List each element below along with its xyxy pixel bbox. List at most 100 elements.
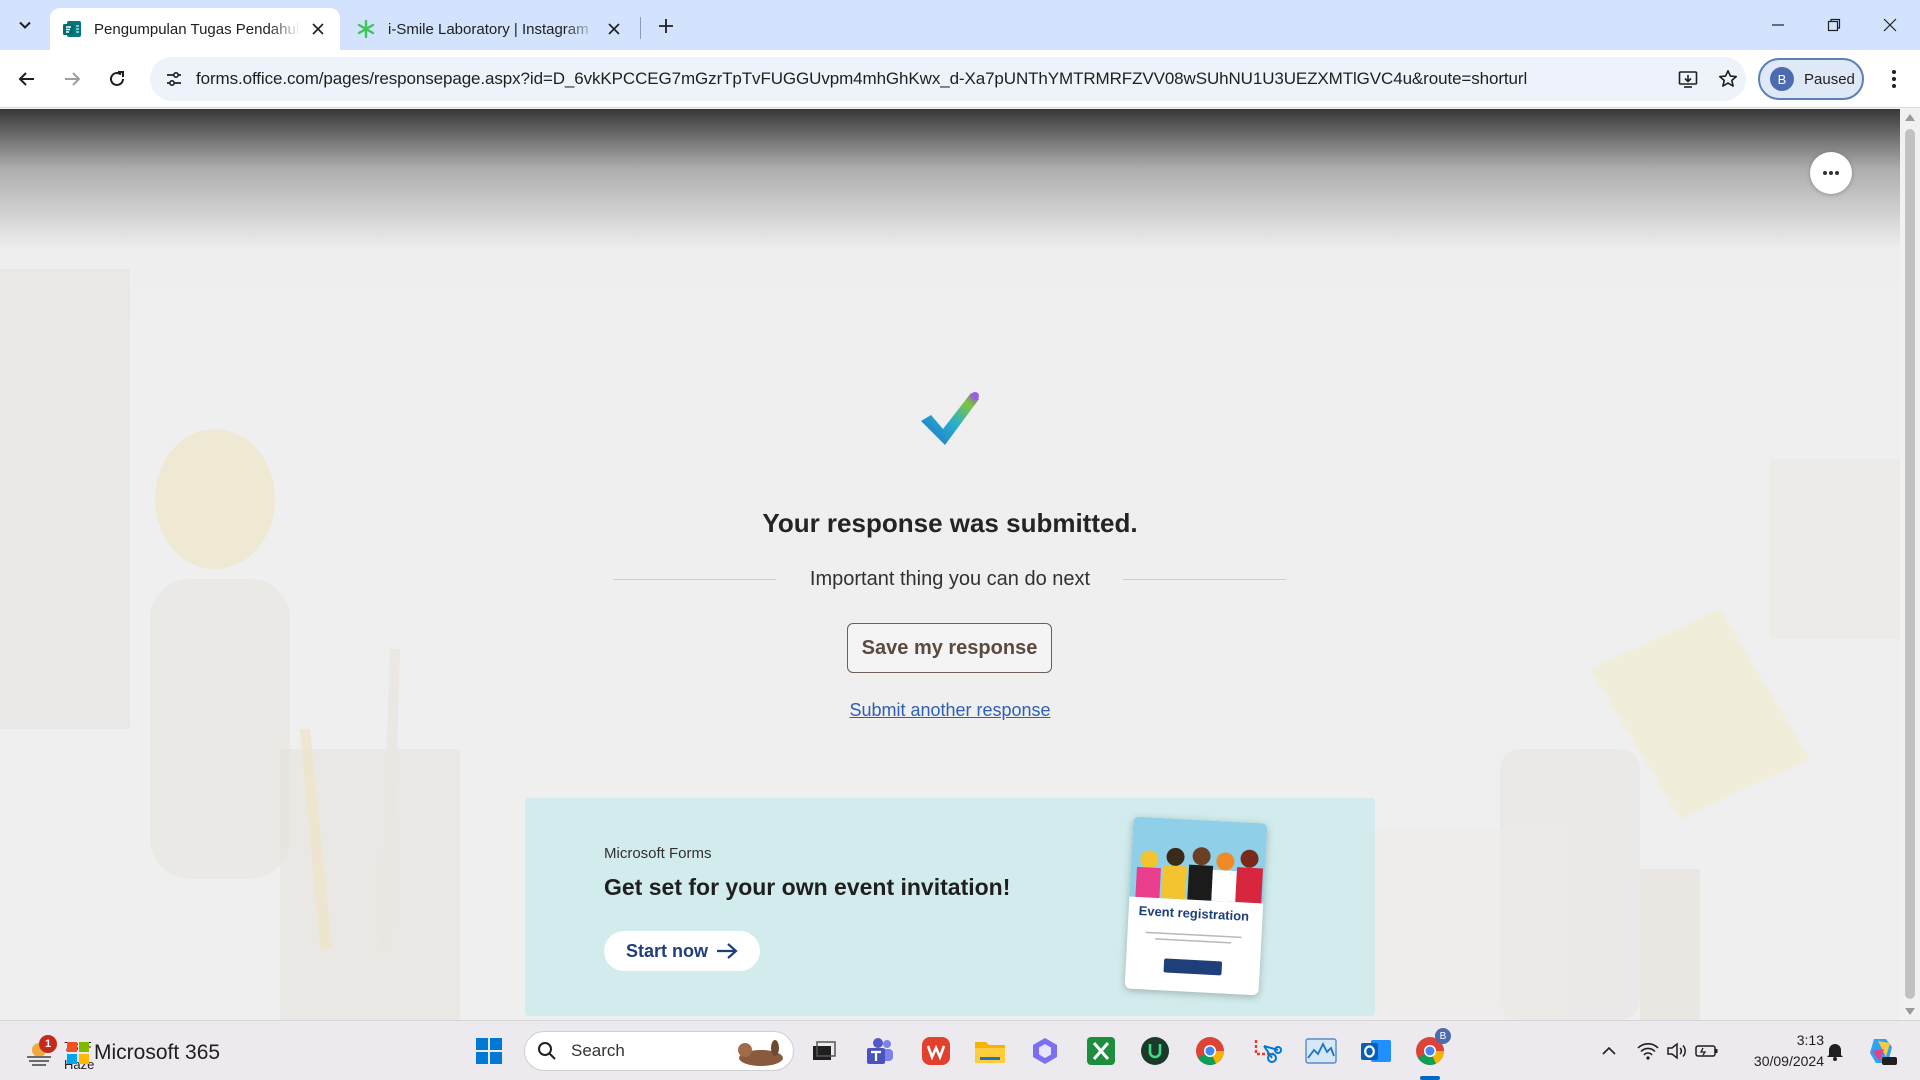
file-explorer-button[interactable] — [971, 1032, 1009, 1070]
install-app-icon[interactable] — [1674, 65, 1702, 93]
browser-toolbar: forms.office.com/pages/responsepage.aspx… — [0, 50, 1920, 108]
chrome-profile-button[interactable]: B — [1411, 1028, 1451, 1070]
search-placeholder: Search — [571, 1041, 625, 1060]
arrow-right-icon — [717, 943, 738, 959]
snipping-tool-button[interactable] — [1248, 1032, 1286, 1070]
card-text-lines — [1145, 931, 1242, 944]
browser-tab-strip: Pengumpulan Tugas Pendahuluan i-Smile La… — [0, 0, 1920, 50]
submit-another-link[interactable]: Submit another response — [800, 700, 1100, 721]
event-registration-card: Event registration — [1124, 816, 1268, 996]
reload-button[interactable] — [99, 61, 135, 97]
copilot-preview-button[interactable] — [1866, 1035, 1898, 1067]
people-illustration — [1129, 816, 1268, 904]
next-steps-label: Important thing you can do next — [809, 568, 1091, 590]
taskbar-search[interactable]: Search — [524, 1031, 794, 1071]
upwork-icon — [1141, 1037, 1169, 1065]
restore-icon — [1827, 18, 1841, 32]
copilot-icon — [1033, 1038, 1057, 1064]
close-tab-icon[interactable] — [604, 19, 624, 39]
forward-button[interactable] — [54, 61, 90, 97]
browser-menu-button[interactable] — [1876, 61, 1912, 97]
tab-title: i-Smile Laboratory | Instagram — [388, 20, 589, 38]
chrome-icon — [1196, 1037, 1225, 1065]
back-button[interactable] — [9, 61, 45, 97]
tab-search-button[interactable] — [8, 9, 42, 41]
search-icon — [538, 1042, 556, 1060]
outlook-button[interactable] — [1357, 1032, 1395, 1070]
teams-icon — [867, 1038, 893, 1064]
outlook-icon — [1361, 1040, 1391, 1062]
xbox-button[interactable] — [1082, 1032, 1120, 1070]
tab-separator — [640, 17, 641, 39]
restore-button[interactable] — [1806, 0, 1862, 50]
promo-headline: Get set for your own event invitation! — [604, 874, 1011, 900]
more-options-button[interactable] — [1810, 152, 1852, 194]
teams-button[interactable] — [861, 1032, 899, 1070]
scrollbar-thumb[interactable] — [1905, 129, 1915, 999]
chrome-profile-badge: B — [1435, 1028, 1451, 1044]
divider-left — [613, 579, 776, 580]
microsoft-forms-icon — [63, 21, 81, 37]
microsoft-365-widget[interactable]: Microsoft 365 — [66, 1041, 220, 1065]
volume-button[interactable] — [1664, 1038, 1690, 1064]
notifications-button[interactable] — [1822, 1038, 1848, 1064]
site-info-icon[interactable] — [160, 65, 188, 93]
chrome-button[interactable] — [1191, 1032, 1229, 1070]
new-tab-button[interactable] — [650, 10, 682, 42]
plus-icon — [659, 19, 673, 33]
upwork-button[interactable] — [1136, 1032, 1174, 1070]
copilot-pre-icon — [1870, 1039, 1897, 1065]
performance-graph-icon — [1305, 1038, 1337, 1064]
tab-instagram[interactable]: i-Smile Laboratory | Instagram — [344, 8, 636, 50]
more-horizontal-icon — [1823, 171, 1839, 175]
promo-banner: Microsoft Forms Get set for your own eve… — [525, 798, 1375, 1016]
scroll-up-icon[interactable] — [1905, 114, 1915, 121]
show-hidden-icons-button[interactable] — [1596, 1038, 1622, 1064]
minimize-button[interactable] — [1750, 0, 1806, 50]
active-app-indicator — [1420, 1076, 1440, 1080]
microsoft-logo-icon — [67, 1042, 89, 1064]
speaker-icon — [1667, 1042, 1686, 1060]
start-button[interactable] — [470, 1032, 508, 1070]
battery-button[interactable] — [1694, 1038, 1720, 1064]
windows-taskbar: 1 73°F Haze Microsoft 365 Search B 3:13 … — [0, 1020, 1920, 1080]
weather-widget[interactable]: 1 73°F Haze — [22, 1029, 94, 1073]
task-manager-button[interactable] — [1302, 1032, 1340, 1070]
tab-forms[interactable]: Pengumpulan Tugas Pendahuluan — [50, 8, 340, 50]
chevron-down-icon — [19, 21, 31, 29]
clock-time: 3:13 — [1796, 1032, 1824, 1048]
submitted-title: Your response was submitted. — [762, 508, 1138, 538]
scroll-down-icon[interactable] — [1905, 1008, 1915, 1015]
page-scrollbar[interactable] — [1900, 109, 1920, 1020]
wps-office-button[interactable] — [917, 1032, 955, 1070]
task-view-icon — [813, 1041, 836, 1060]
profile-button[interactable]: B Paused — [1758, 58, 1864, 100]
wps-office-icon — [922, 1037, 950, 1065]
address-bar[interactable]: forms.office.com/pages/responsepage.aspx… — [150, 57, 1746, 101]
close-tab-icon[interactable] — [308, 19, 328, 39]
forms-page: Your response was submitted. Important t… — [0, 109, 1900, 1020]
save-response-button[interactable]: Save my response — [847, 623, 1052, 673]
tab-title: Pengumpulan Tugas Pendahuluan — [94, 20, 300, 38]
checkmark-icon — [921, 392, 979, 445]
battery-icon — [1695, 1045, 1718, 1057]
green-asterisk-icon — [357, 19, 375, 39]
wifi-button[interactable] — [1635, 1038, 1661, 1064]
system-clock[interactable]: 3:13 30/09/2024 — [1734, 1030, 1824, 1072]
task-view-button[interactable] — [805, 1032, 843, 1070]
arrow-left-icon — [18, 72, 34, 86]
avatar: B — [1770, 67, 1794, 91]
close-window-button[interactable] — [1862, 0, 1918, 50]
card-title: Event registration — [1138, 903, 1250, 924]
start-now-button[interactable]: Start now — [604, 931, 760, 971]
card-start-button — [1163, 958, 1223, 976]
bookmark-star-icon[interactable] — [1714, 65, 1742, 93]
copilot-button[interactable] — [1026, 1032, 1064, 1070]
arrow-right-icon — [65, 72, 81, 86]
chevron-up-icon — [1602, 1046, 1616, 1055]
start-now-label: Start now — [625, 940, 708, 961]
profile-status: Paused — [1804, 70, 1855, 88]
microsoft-365-label: Microsoft 365 — [94, 1041, 221, 1064]
folder-icon — [975, 1042, 1005, 1063]
reload-icon — [110, 71, 124, 86]
